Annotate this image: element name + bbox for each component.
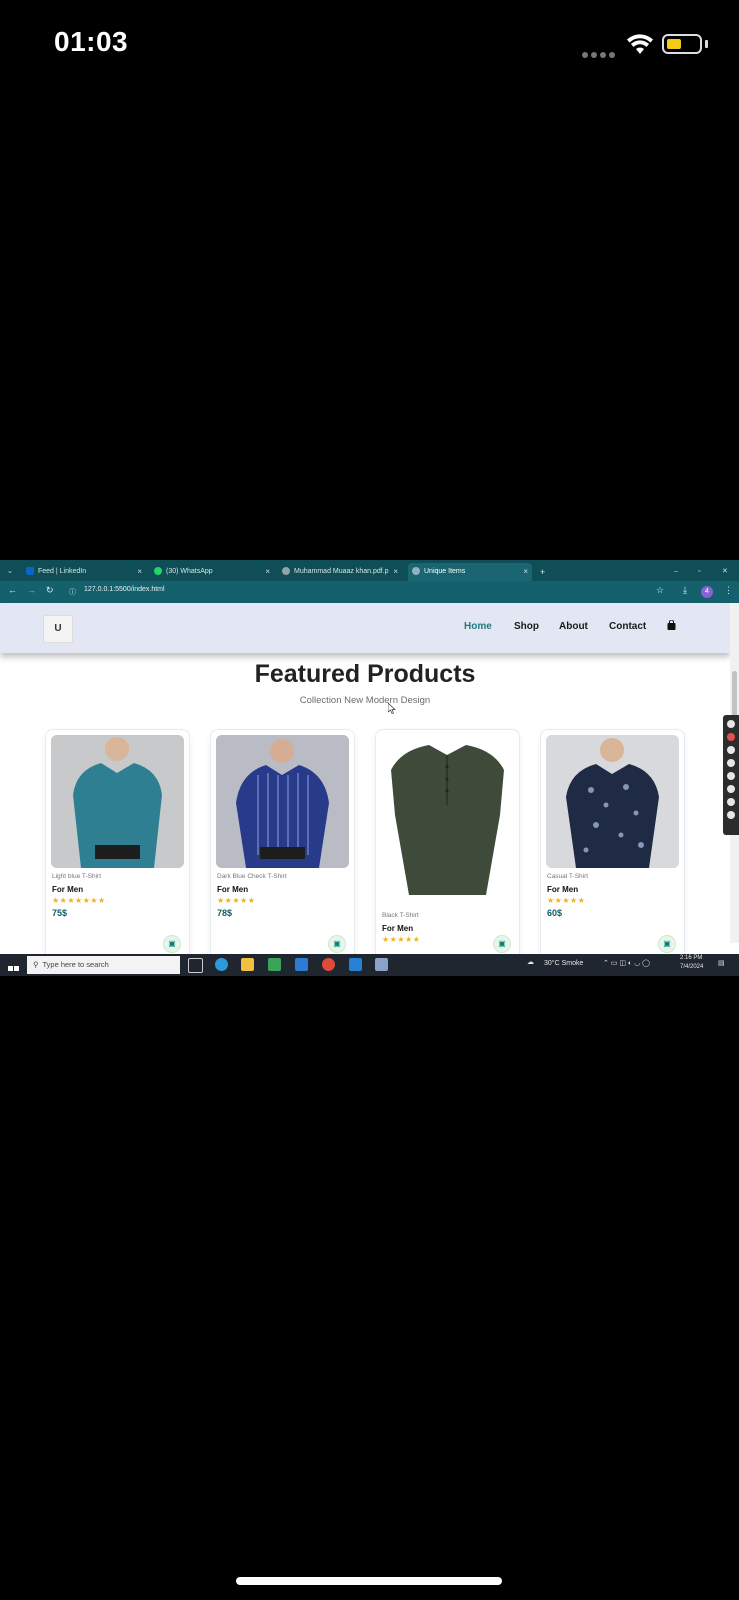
window-close-icon[interactable]: ✕ (722, 563, 732, 581)
close-icon[interactable]: × (523, 563, 528, 581)
wifi-icon (626, 34, 654, 61)
cellular-signal-icon (582, 45, 618, 58)
tab-search-button[interactable]: ⌄ (2, 563, 20, 581)
product-rating: ★★★★★ (382, 935, 421, 944)
product-brand: Black T-Shirt (382, 912, 419, 919)
site-header: U Home Shop About Contact (0, 603, 730, 653)
browser-menu-icon[interactable]: ⋮ (724, 585, 733, 596)
reload-icon[interactable]: ↻ (46, 585, 54, 596)
browser-toolbar: ← → ↻ ⓘ 127.0.0.1:5500/index.html ☆ ⤓ 4 … (0, 581, 739, 603)
globe-icon (412, 567, 420, 576)
close-icon[interactable]: × (137, 563, 142, 581)
product-brand: Casual T-Shirt (547, 873, 589, 880)
whatsapp-icon (154, 567, 162, 576)
product-price: 60$ (547, 908, 563, 918)
scrollbar-thumb[interactable] (732, 671, 737, 717)
product-brand: Light blue T-Shirt (52, 873, 102, 880)
product-price: 75$ (52, 908, 68, 918)
add-to-cart-icon[interactable]: ▣ (328, 935, 346, 953)
product-image[interactable] (51, 735, 184, 868)
battery-tip (705, 40, 708, 48)
product-image[interactable] (216, 735, 349, 868)
product-image[interactable] (381, 735, 514, 905)
vscode-icon[interactable] (349, 958, 362, 971)
browser-tab-strip: ⌄ Feed | LinkedIn × (30) WhatsApp × Muhamm… (0, 560, 739, 581)
add-to-cart-icon[interactable]: ▣ (493, 935, 511, 953)
address-bar[interactable]: 127.0.0.1:5500/index.html (84, 586, 165, 593)
store-icon[interactable] (268, 958, 281, 971)
recorder-toolbar[interactable] (723, 715, 739, 835)
product-name: For Men (547, 885, 579, 894)
battery-icon (662, 34, 702, 54)
edge-icon[interactable] (215, 958, 228, 971)
search-icon: ⚲ (33, 960, 39, 969)
product-image[interactable] (546, 735, 679, 868)
mail-icon[interactable] (295, 958, 308, 971)
close-icon[interactable]: × (393, 563, 398, 581)
minimize-icon[interactable]: – (674, 563, 684, 581)
maximize-icon[interactable]: ▫ (698, 563, 708, 581)
status-time: 01:03 (54, 26, 129, 57)
globe-icon (282, 567, 290, 576)
windows-taskbar: ⚲ Type here to search ☁ 30°C Smoke ⌃ ▭ ◫ … (0, 954, 739, 976)
product-card[interactable]: Light blue T-Shirt For Men ★★★★★★★ 75$ ▣ (45, 729, 190, 961)
weather-icon: ☁ (527, 959, 534, 966)
product-rating: ★★★★★ (217, 896, 256, 905)
product-card[interactable]: Casual T-Shirt For Men ★★★★★ 60$ ▣ (540, 729, 685, 961)
tab-linkedin[interactable]: Feed | LinkedIn × (22, 563, 146, 581)
product-rating: ★★★★★ (547, 896, 586, 905)
product-name: For Men (217, 885, 249, 894)
shopping-bag-icon[interactable] (667, 619, 676, 633)
windows-start-icon[interactable] (8, 959, 20, 971)
tab-pdf[interactable]: Muhammad Muaaz khan.pdf.p × (278, 563, 402, 581)
back-icon[interactable]: ← (8, 585, 17, 595)
taskbar-search-input[interactable]: ⚲ Type here to search (27, 956, 180, 974)
featured-title: Featured Products (254, 660, 476, 688)
shirt-shape (566, 764, 659, 868)
site-logo[interactable]: U (43, 615, 73, 643)
product-brand: Dark Blue Check T-Shirt (217, 873, 287, 880)
mouse-cursor-icon (387, 702, 396, 717)
home-indicator[interactable] (236, 1577, 502, 1585)
tray-icons[interactable]: ⌃ ▭ ◫ ◐ ◡ ◯ (603, 959, 650, 967)
notepad-icon[interactable] (375, 958, 388, 971)
taskbar-clock-time[interactable]: 2:16 PM (680, 955, 702, 961)
product-name: For Men (52, 885, 84, 894)
tab-whatsapp[interactable]: (30) WhatsApp × (150, 563, 274, 581)
close-icon[interactable]: × (265, 563, 270, 581)
new-tab-button[interactable]: + (540, 563, 554, 581)
featured-subtitle: Collection New Modern Design (299, 695, 431, 706)
desktop-screen: ⌄ Feed | LinkedIn × (30) WhatsApp × Muhamm… (0, 560, 739, 976)
profile-avatar[interactable]: 4 (701, 586, 713, 598)
product-price: 78$ (217, 908, 233, 918)
linkedin-icon (26, 567, 34, 576)
add-to-cart-icon[interactable]: ▣ (163, 935, 181, 953)
task-view-icon[interactable] (188, 958, 203, 973)
bookmark-star-icon[interactable]: ☆ (656, 585, 664, 596)
tab-unique-items[interactable]: Unique Items × (408, 563, 532, 581)
weather-text[interactable]: 30°C Smoke (544, 960, 583, 967)
download-icon[interactable]: ⤓ (683, 585, 687, 596)
nav-shop[interactable]: Shop (514, 621, 539, 632)
product-rating: ★★★★★★★ (52, 896, 106, 905)
site-info-icon[interactable]: ⓘ (69, 587, 76, 597)
nav-contact[interactable]: Contact (609, 621, 646, 632)
nav-about[interactable]: About (559, 621, 588, 632)
product-card[interactable]: Dark Blue Check T-Shirt For Men ★★★★★ 78… (210, 729, 355, 961)
nav-home[interactable]: Home (464, 621, 492, 632)
notification-icon[interactable]: ▤ (718, 959, 725, 967)
product-card[interactable]: Black T-Shirt For Men ★★★★★ ▣ (375, 729, 520, 961)
file-explorer-icon[interactable] (241, 958, 254, 971)
add-to-cart-icon[interactable]: ▣ (658, 935, 676, 953)
chrome-icon[interactable] (322, 958, 335, 971)
forward-icon[interactable]: → (27, 585, 36, 595)
taskbar-clock-date[interactable]: 7/4/2024 (680, 964, 703, 970)
product-name: For Men (382, 924, 414, 933)
